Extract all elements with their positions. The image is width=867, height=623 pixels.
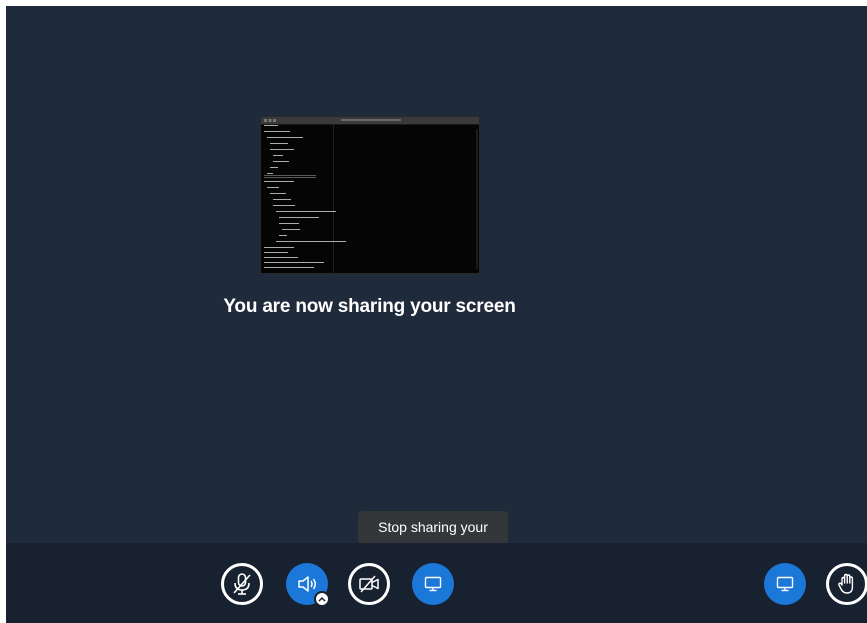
- code-line: [273, 161, 289, 162]
- speaker-icon: [298, 576, 316, 592]
- desktop-icon: [776, 576, 794, 592]
- code-line: [270, 149, 294, 150]
- code-line: [264, 125, 278, 126]
- code-line: [264, 257, 298, 258]
- code-line: [279, 235, 287, 236]
- code-separator: [264, 177, 316, 178]
- microphone-muted-icon: [233, 573, 251, 595]
- code-line: [267, 173, 273, 174]
- screen-share-preview: [260, 116, 480, 274]
- audio-button[interactable]: [286, 563, 330, 607]
- code-separator: [264, 175, 316, 176]
- preview-scrollbar: [476, 129, 478, 269]
- code-line: [273, 199, 291, 200]
- code-line: [282, 229, 300, 230]
- code-line: [276, 241, 346, 242]
- code-line: [270, 167, 278, 168]
- code-line: [273, 155, 283, 156]
- desktop-icon: [424, 576, 442, 592]
- hand-icon: [838, 573, 854, 594]
- window-controls: [264, 119, 276, 122]
- raise-hand-button[interactable]: [826, 563, 867, 605]
- code-line: [279, 217, 319, 218]
- sharing-status-message: You are now sharing your screen: [223, 296, 516, 317]
- code-line: [279, 223, 299, 224]
- mute-microphone-button[interactable]: [221, 563, 263, 605]
- code-line: [264, 247, 294, 248]
- code-line: [270, 193, 286, 194]
- code-line: [270, 143, 288, 144]
- camera-off-icon: [359, 575, 379, 593]
- stop-screenshare-button[interactable]: [412, 563, 454, 605]
- preview-window-title: [341, 119, 401, 121]
- bottom-toolbar: [6, 543, 867, 623]
- code-line: [267, 187, 279, 188]
- preview-code-pane: [261, 124, 334, 273]
- meeting-window: You are now sharing your screen Stop sha…: [6, 6, 867, 623]
- code-line: [264, 252, 288, 253]
- audio-options-toggle[interactable]: [314, 591, 330, 607]
- share-webcam-button[interactable]: [348, 563, 390, 605]
- presentation-button[interactable]: [764, 563, 806, 605]
- stop-sharing-tooltip: Stop sharing your screen: [358, 511, 508, 568]
- code-line: [264, 267, 314, 268]
- code-line: [273, 205, 295, 206]
- code-line: [264, 181, 294, 182]
- code-line: [264, 262, 324, 263]
- code-line: [267, 137, 303, 138]
- code-line: [276, 211, 336, 212]
- code-line: [264, 131, 290, 132]
- chevron-up-icon: [318, 596, 326, 602]
